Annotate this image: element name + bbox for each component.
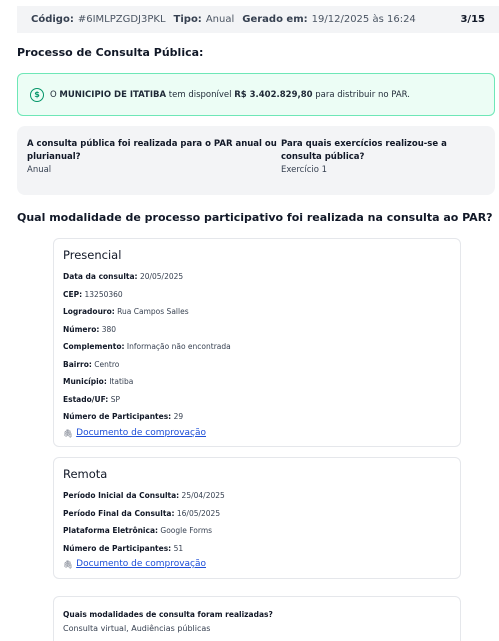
entity-name: MUNICIPIO DE ITATIBA xyxy=(59,89,167,100)
presencial-card: Presencial Data da consulta: 20/05/2025 … xyxy=(53,238,461,447)
codigo-value: #6IMLPZGDJ3PKL xyxy=(77,14,166,25)
dollar-icon: $ xyxy=(30,87,44,102)
remota-fields: Período Inicial da Consulta: 25/04/2025 … xyxy=(63,487,451,557)
field-row: CEP: 13250360 xyxy=(63,289,123,299)
presencial-document-link[interactable]: Documento de comprovação xyxy=(76,426,206,441)
tipo-value: Anual xyxy=(205,14,235,25)
info-question-2: Para quais exercícios realizou-se a cons… xyxy=(281,139,447,162)
budget-amount: R$ 3.402.829,80 xyxy=(234,89,313,100)
info-question-1: A consulta pública foi realizada para o … xyxy=(27,139,277,162)
paperclip-icon: 🖇︎ xyxy=(63,428,74,438)
modalidades-answer: Consulta virtual, Audiências públicas xyxy=(63,624,211,633)
alert-text: O MUNICIPIO DE ITATIBA tem disponível R$… xyxy=(50,89,410,100)
gerado-value: 19/12/2025 às 16:24 xyxy=(311,14,416,25)
remota-doc-row: 🖇︎ Documento de comprovação xyxy=(63,557,451,572)
gerado-label: Gerado em: xyxy=(242,14,308,25)
field-row: Logradouro: Rua Campos Salles xyxy=(63,307,189,316)
budget-alert: $ O MUNICIPIO DE ITATIBA tem disponível … xyxy=(17,73,495,116)
remota-card: Remota Período Inicial da Consulta: 25/0… xyxy=(53,457,461,579)
field-row: Período Inicial da Consulta: 25/04/2025 xyxy=(63,491,225,500)
info-col-1: A consulta pública foi realizada para o … xyxy=(27,138,281,183)
field-row: Número de Participantes: 51 xyxy=(63,543,184,553)
field-row: Período Final da Consulta: 16/05/2025 xyxy=(63,508,221,518)
field-row: Complemento: Informação não encontrada xyxy=(63,342,231,351)
document-header: Código: #6IMLPZGDJ3PKL Tipo: Anual Gerad… xyxy=(17,6,499,33)
codigo-label: Código: xyxy=(31,14,74,25)
remota-title: Remota xyxy=(63,467,108,481)
field-row: Estado/UF: SP xyxy=(63,394,120,404)
info-col-2: Para quais exercícios realizou-se a cons… xyxy=(281,138,481,183)
tipo-label: Tipo: xyxy=(173,14,202,25)
modalidades-question: Quais modalidades de consulta foram real… xyxy=(63,610,273,619)
section-title: Processo de Consulta Pública: xyxy=(17,46,204,59)
page-number: 3/15 xyxy=(460,14,485,25)
info-answer-1: Anual xyxy=(27,165,52,175)
presencial-doc-row: 🖇︎ Documento de comprovação xyxy=(63,426,451,441)
presencial-title: Presencial xyxy=(63,248,122,262)
info-answer-2: Exercício 1 xyxy=(281,165,328,175)
field-row: Município: Itatiba xyxy=(63,377,134,386)
remota-document-link[interactable]: Documento de comprovação xyxy=(76,557,206,572)
field-row: Bairro: Centro xyxy=(63,359,120,369)
field-row: Plataforma Eletrônica: Google Forms xyxy=(63,526,213,535)
field-row: Número de Participantes: 29 xyxy=(63,412,184,421)
paperclip-icon: 🖇︎ xyxy=(63,560,74,569)
consulta-info-box: A consulta pública foi realizada para o … xyxy=(17,126,495,195)
field-row: Data da consulta: 20/05/2025 xyxy=(63,272,184,281)
field-row: Número: 380 xyxy=(63,324,117,334)
modalidades-card: Quais modalidades de consulta foram real… xyxy=(53,596,461,641)
modalidade-title: Qual modalidade de processo participativ… xyxy=(17,211,493,224)
presencial-fields: Data da consulta: 20/05/2025 CEP: 132503… xyxy=(63,268,451,426)
